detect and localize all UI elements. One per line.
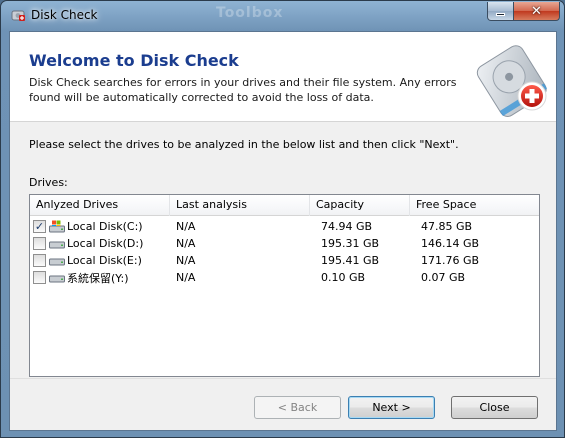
drive-cell: ✓ Local Disk(C:) [30, 220, 170, 233]
dialog-client-area: Welcome to Disk Check Disk Check searche… [9, 31, 557, 431]
disk-check-window: Toolbox Disk Check ✕ Welcome to Disk Che… [0, 0, 565, 438]
last-analysis-cell: N/A [176, 237, 196, 250]
drive-row-d[interactable]: Local Disk(D:) N/A 195.31 GB 146.14 GB [30, 235, 539, 252]
close-button[interactable]: Close [451, 396, 538, 419]
drive-name: 系統保留(Y:) [67, 271, 129, 285]
close-icon: ✕ [531, 3, 542, 19]
app-icon [11, 10, 25, 21]
column-header-last-analysis[interactable]: Last analysis [170, 195, 310, 216]
next-button[interactable]: Next > [348, 396, 435, 419]
drive-checkbox-d[interactable] [33, 237, 46, 250]
instruction-text: Please select the drives to be analyzed … [29, 138, 459, 151]
capacity-cell: 195.41 GB [321, 254, 380, 267]
capacity-cell: 0.10 GB [321, 271, 366, 284]
drive-checkbox-e[interactable] [33, 254, 46, 267]
list-rows: ✓ Local Disk(C:) N/A 74.94 GB 47.85 GB L… [30, 218, 539, 286]
hard-drive-icon [49, 275, 65, 283]
capacity-cell: 195.31 GB [321, 237, 380, 250]
minimize-button[interactable] [487, 2, 514, 21]
window-close-button[interactable]: ✕ [514, 2, 560, 21]
drive-cell: 系統保留(Y:) [30, 270, 170, 286]
background-window-text: Toolbox [216, 5, 284, 21]
drive-cell: Local Disk(D:) [30, 237, 170, 250]
drive-name: Local Disk(E:) [67, 254, 142, 267]
window-title: Disk Check [31, 8, 98, 22]
minimize-icon [496, 12, 505, 16]
hard-drive-icon [49, 258, 65, 266]
drive-row-c[interactable]: ✓ Local Disk(C:) N/A 74.94 GB 47.85 GB [30, 218, 539, 235]
drives-label: Drives: [29, 176, 68, 189]
drive-checkbox-c[interactable]: ✓ [33, 220, 46, 233]
title-bar[interactable]: Toolbox Disk Check ✕ [1, 1, 564, 31]
last-analysis-cell: N/A [176, 271, 196, 284]
drive-cell: Local Disk(E:) [30, 254, 170, 267]
caption-buttons: ✕ [487, 2, 560, 21]
drive-row-e[interactable]: Local Disk(E:) N/A 195.41 GB 171.76 GB [30, 252, 539, 269]
drives-list[interactable]: Anlyzed Drives Last analysis Capacity Fr… [29, 194, 540, 377]
column-header-free-space[interactable]: Free Space [410, 195, 532, 216]
column-header-drives[interactable]: Anlyzed Drives [30, 195, 170, 216]
drive-row-y[interactable]: 系統保留(Y:) N/A 0.10 GB 0.07 GB [30, 269, 539, 286]
page-description: Disk Check searches for errors in your d… [29, 76, 457, 104]
back-button[interactable]: < Back [254, 396, 341, 419]
last-analysis-cell: N/A [176, 220, 196, 233]
drive-name: Local Disk(C:) [67, 220, 143, 233]
footer-divider [10, 378, 556, 379]
system-drive-icon [49, 220, 65, 233]
welcome-header: Welcome to Disk Check Disk Check searche… [10, 32, 556, 122]
last-analysis-cell: N/A [176, 254, 196, 267]
drive-checkbox-y[interactable] [33, 271, 46, 284]
list-header: Anlyzed Drives Last analysis Capacity Fr… [30, 195, 539, 216]
page-title: Welcome to Disk Check [29, 51, 239, 70]
disk-repair-icon [476, 45, 548, 117]
column-header-capacity[interactable]: Capacity [310, 195, 410, 216]
drive-name: Local Disk(D:) [67, 237, 144, 250]
checkmark-icon: ✓ [34, 220, 45, 233]
hard-drive-icon [49, 241, 65, 249]
free-space-cell: 0.07 GB [421, 271, 466, 284]
free-space-cell: 171.76 GB [421, 254, 480, 267]
free-space-cell: 146.14 GB [421, 237, 480, 250]
capacity-cell: 74.94 GB [321, 220, 373, 233]
free-space-cell: 47.85 GB [421, 220, 473, 233]
